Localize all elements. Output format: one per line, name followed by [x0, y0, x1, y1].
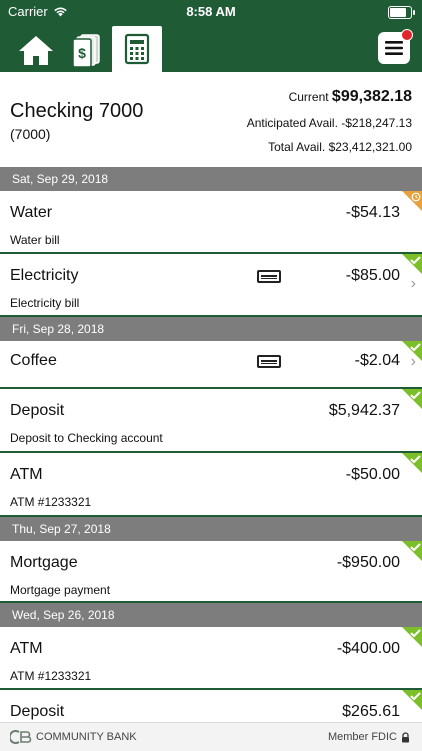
- top-nav: $: [0, 24, 422, 72]
- transaction-row[interactable]: Coffee -$2.04 ›: [0, 341, 422, 389]
- total-value: $23,412,321.00: [328, 140, 412, 154]
- transaction-title: Water: [10, 204, 53, 221]
- cleared-badge: [402, 254, 422, 274]
- status-time: 8:58 AM: [186, 4, 236, 19]
- card-icon: [257, 355, 281, 368]
- transaction-description: Mortgage payment: [10, 583, 111, 597]
- bank-name: COMMUNITY BANK: [36, 731, 137, 743]
- check-icon: [410, 343, 421, 352]
- notification-badge: [401, 29, 413, 41]
- cleared-badge: [402, 690, 422, 710]
- transaction-row[interactable]: Electricity -$85.00 Electricity bill ›: [0, 254, 422, 317]
- date-header: Wed, Sep 26, 2018: [0, 603, 422, 627]
- check-icon: [410, 629, 421, 638]
- status-bar: Carrier 8:58 AM: [0, 0, 422, 24]
- transaction-amount: -$85.00: [345, 267, 400, 284]
- current-value: $99,382.18: [331, 88, 412, 105]
- date-header: Sat, Sep 29, 2018: [0, 167, 422, 191]
- transaction-amount: $265.61: [342, 703, 400, 720]
- transaction-amount: $5,942.37: [328, 402, 400, 419]
- transaction-title: Deposit: [10, 703, 65, 720]
- transaction-title: Deposit: [10, 402, 65, 419]
- check-icon: [410, 455, 421, 464]
- bank-logo: COMMUNITY BANK: [10, 730, 137, 744]
- transaction-title: Mortgage: [10, 554, 78, 571]
- total-label: Total Avail.: [268, 140, 326, 154]
- cleared-badge: [402, 453, 422, 473]
- account-summary: Checking 7000 (7000) Current $99,382.18 …: [0, 72, 422, 167]
- transaction-amount: -$50.00: [345, 466, 400, 483]
- transaction-row[interactable]: ATM -$50.00 ATM #1233321: [0, 453, 422, 517]
- check-icon: [410, 543, 421, 552]
- pending-badge: [402, 191, 422, 211]
- fdic-notice: Member FDIC: [328, 731, 410, 743]
- transaction-amount: -$54.13: [345, 204, 400, 221]
- anticipated-label: Anticipated Avail.: [246, 116, 338, 130]
- check-icon: [410, 256, 421, 265]
- transaction-row[interactable]: Deposit $5,942.37 Deposit to Checking ac…: [0, 389, 422, 453]
- transaction-description: ATM #1233321: [10, 495, 92, 509]
- register-icon: [124, 33, 150, 65]
- date-header: Fri, Sep 28, 2018: [0, 317, 422, 341]
- current-balance: Current $99,382.18: [289, 88, 412, 106]
- bank-logo-icon: [10, 730, 32, 744]
- home-icon: [19, 36, 53, 65]
- account-name: Checking 7000: [10, 100, 144, 122]
- transaction-description: Water bill: [10, 233, 60, 247]
- footer: COMMUNITY BANK Member FDIC: [0, 722, 422, 751]
- transaction-amount: -$950.00: [336, 554, 400, 571]
- transaction-title: ATM: [10, 640, 43, 657]
- lock-icon: [402, 731, 409, 742]
- transaction-amount: -$2.04: [354, 352, 400, 369]
- svg-text:$: $: [78, 45, 86, 61]
- transaction-description: ATM #1233321: [10, 669, 92, 683]
- transaction-row[interactable]: Water -$54.13 Water bill: [0, 191, 422, 254]
- anticipated-balance: Anticipated Avail. -$218,247.13: [247, 116, 412, 130]
- transaction-title: ATM: [10, 466, 43, 483]
- transaction-row[interactable]: Deposit $265.61: [0, 690, 422, 722]
- transaction-row[interactable]: Mortgage -$950.00 Mortgage payment: [0, 541, 422, 603]
- menu-button[interactable]: [378, 29, 413, 64]
- account-number: (7000): [10, 126, 51, 142]
- clock-icon: [411, 192, 421, 202]
- transaction-title: Electricity: [10, 267, 79, 284]
- card-icon: [257, 270, 281, 283]
- check-icon: [410, 391, 421, 400]
- current-label: Current: [288, 90, 329, 104]
- tab-register[interactable]: [112, 26, 162, 72]
- fdic-label: Member FDIC: [327, 731, 397, 743]
- date-header: Thu, Sep 27, 2018: [0, 517, 422, 541]
- tab-home[interactable]: [14, 28, 58, 72]
- cleared-badge: [402, 627, 422, 647]
- transaction-amount: -$400.00: [336, 640, 400, 657]
- hamburger-icon: [385, 41, 403, 55]
- transaction-row[interactable]: ATM -$400.00 ATM #1233321: [0, 627, 422, 690]
- tab-money[interactable]: $: [64, 28, 108, 72]
- cleared-badge: [402, 389, 422, 409]
- chevron-right-icon[interactable]: ›: [411, 353, 416, 371]
- chevron-right-icon[interactable]: ›: [411, 275, 416, 293]
- anticipated-value: -$218,247.13: [341, 116, 412, 130]
- money-icon: $: [72, 34, 100, 68]
- battery-icon: [388, 6, 415, 19]
- cleared-badge: [402, 541, 422, 561]
- total-balance: Total Avail. $23,412,321.00: [268, 140, 412, 154]
- transaction-description: Deposit to Checking account: [10, 431, 163, 445]
- transaction-title: Coffee: [10, 352, 57, 369]
- battery-fill: [390, 8, 406, 17]
- check-icon: [410, 692, 421, 701]
- transaction-description: Electricity bill: [10, 296, 80, 310]
